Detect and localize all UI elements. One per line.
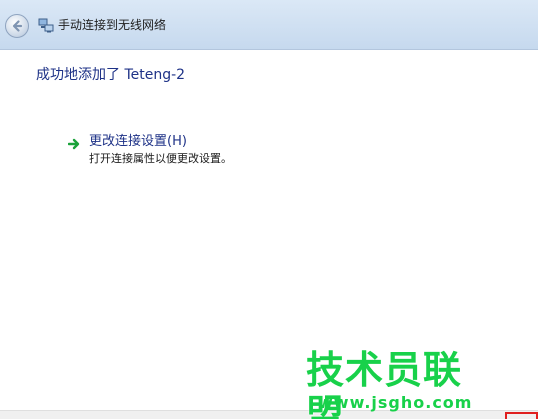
back-button[interactable]: [5, 14, 29, 38]
watermark-url: www.jsgho.com: [318, 393, 473, 412]
change-connection-settings-link[interactable]: 更改连接设置(H): [89, 133, 187, 151]
network-icon: [38, 18, 54, 33]
success-heading: 成功地添加了 Teteng-2: [36, 67, 186, 83]
watermark: 技术员联盟 www.jsgho.com: [300, 348, 500, 419]
back-arrow-icon: [12, 20, 23, 32]
green-arrow-icon[interactable]: [68, 138, 80, 150]
change-connection-settings-description: 打开连接属性以便更改设置。: [89, 152, 232, 165]
title-bar: 手动连接到无线网络: [0, 0, 538, 50]
close-button-edge[interactable]: [505, 412, 538, 419]
window-title: 手动连接到无线网络: [58, 18, 167, 32]
